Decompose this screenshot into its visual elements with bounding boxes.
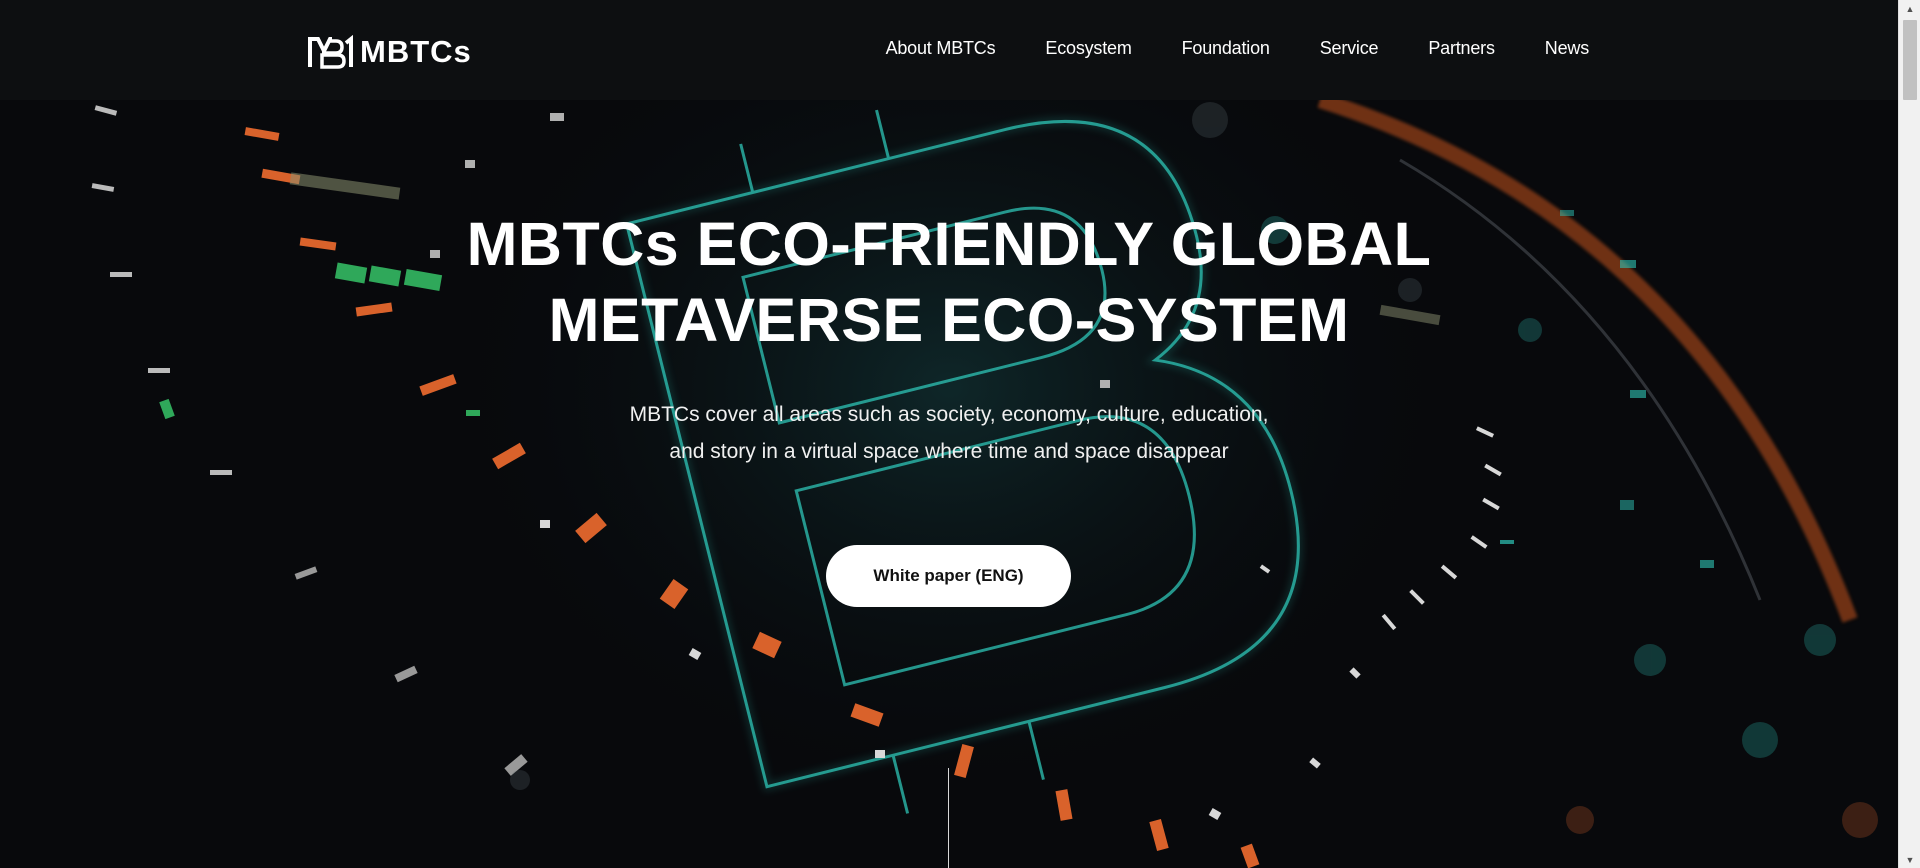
page-scrollbar[interactable]: ▲ ▼ (1898, 0, 1920, 868)
scroll-down-icon[interactable]: ▼ (1899, 851, 1920, 868)
nav-item-partners[interactable]: Partners (1428, 38, 1495, 59)
hero-title-line2: METAVERSE ECO-SYSTEM (548, 286, 1350, 354)
hero-section: MBTCs ECO-FRIENDLY GLOBAL METAVERSE ECO-… (0, 100, 1898, 868)
nav-item-ecosystem[interactable]: Ecosystem (1045, 38, 1131, 59)
white-paper-button[interactable]: White paper (ENG) (826, 545, 1071, 607)
page: MBTCs About MBTCs Ecosystem Foundation S… (0, 0, 1920, 868)
hero-title-line1: MBTCs ECO-FRIENDLY GLOBAL (466, 210, 1432, 278)
hero-subtitle-line2: and story in a virtual space where time … (669, 440, 1229, 463)
scroll-indicator-line (948, 768, 949, 868)
nav-item-service[interactable]: Service (1320, 38, 1379, 59)
logo-mark-icon (308, 35, 353, 69)
main-nav: About MBTCs Ecosystem Foundation Service… (886, 38, 1590, 59)
scroll-up-icon[interactable]: ▲ (1899, 0, 1920, 17)
nav-item-about[interactable]: About MBTCs (886, 38, 996, 59)
brand-logo[interactable]: MBTCs (308, 34, 472, 70)
hero-title: MBTCs ECO-FRIENDLY GLOBAL METAVERSE ECO-… (0, 206, 1898, 358)
site-header: MBTCs About MBTCs Ecosystem Foundation S… (0, 0, 1898, 100)
scrollbar-thumb[interactable] (1903, 20, 1917, 100)
nav-item-news[interactable]: News (1545, 38, 1589, 59)
logo-text: MBTCs (360, 34, 472, 69)
hero-subtitle-line1: MBTCs cover all areas such as society, e… (629, 403, 1269, 426)
hero-subtitle: MBTCs cover all areas such as society, e… (0, 396, 1898, 470)
nav-item-foundation[interactable]: Foundation (1182, 38, 1270, 59)
